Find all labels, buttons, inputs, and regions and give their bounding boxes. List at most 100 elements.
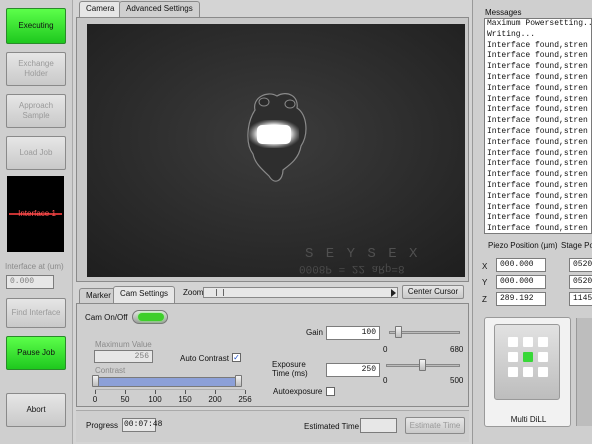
message-line: Interface found,stren — [487, 202, 588, 212]
contrast-min-handle[interactable] — [92, 375, 99, 387]
contrast-tick-mark — [215, 390, 216, 394]
interface-preview: Interface 1 — [7, 176, 64, 252]
autoexposure-label: Autoexposure — [273, 387, 323, 396]
stage-y-field[interactable]: 0520 — [569, 275, 592, 289]
message-line: Interface found,stren — [487, 72, 588, 82]
gain-max-label: 680 — [450, 345, 464, 354]
estimate-time-button[interactable]: Estimate Time — [405, 417, 465, 434]
stage-x-field[interactable]: 0520 — [569, 258, 592, 272]
cam-onoff-toggle[interactable] — [132, 310, 168, 324]
dill-grid-icon — [508, 337, 548, 377]
gain-slider-handle[interactable] — [395, 326, 403, 338]
contrast-tick-label: 100 — [148, 395, 162, 404]
gain-min-label: 0 — [383, 345, 388, 354]
message-line: Interface found,stren — [487, 170, 588, 180]
interface-at-label: Interface at (um) — [5, 262, 64, 271]
message-line: Interface found,stren — [487, 137, 588, 147]
exchange-holder-button[interactable]: Exchange Holder — [6, 52, 66, 86]
gain-label: Gain — [306, 328, 323, 337]
message-line: Interface found,stren — [487, 148, 588, 158]
exposure-slider-handle[interactable] — [419, 359, 426, 371]
pause-job-button[interactable]: Pause Job — [6, 336, 66, 370]
auto-contrast-checkbox[interactable]: ✓ — [232, 353, 241, 362]
zoom-scroll-thumb[interactable] — [216, 289, 224, 296]
tab-advanced-settings[interactable]: Advanced Settings — [119, 1, 200, 17]
camera-watermark-1: S E Y S E X — [305, 246, 420, 262]
tab-camera[interactable]: Camera — [79, 1, 122, 17]
executing-button[interactable]: Executing — [6, 8, 66, 44]
contrast-slider[interactable] — [97, 377, 241, 387]
message-line: Interface found,stren — [487, 105, 588, 115]
gain-field[interactable]: 100 — [326, 326, 380, 340]
piezo-z-label: Z — [482, 295, 487, 304]
message-line: Interface found,stren — [487, 213, 588, 223]
message-line: Interface found,stren — [487, 159, 588, 169]
cam-settings-panel: Cam On/Off Maximum Value 256 Auto Contra… — [76, 303, 469, 407]
find-interface-button[interactable]: Find Interface — [6, 298, 66, 328]
stage-title: Stage Po — [561, 241, 592, 250]
contrast-tick-label: 0 — [92, 395, 98, 404]
max-value-label: Maximum Value — [95, 340, 152, 349]
exposure-field[interactable]: 250 — [326, 363, 380, 377]
preview-label: Interface 1 — [18, 209, 56, 218]
contrast-max-handle[interactable] — [235, 375, 242, 387]
autoexposure-checkbox[interactable] — [326, 387, 335, 396]
message-line: Interface found,stren — [487, 180, 588, 190]
camera-watermark-2: 0008P = 22 aRp=8 — [299, 262, 405, 274]
cam-onoff-label: Cam On/Off — [85, 313, 128, 322]
messages-log[interactable]: Maximum Powersetting... Writing... Interfa… — [484, 18, 592, 234]
cam-onoff-led — [138, 313, 164, 321]
piezo-x-field[interactable]: 000.000 — [496, 258, 546, 272]
device-card[interactable]: Multi DiLL — [484, 317, 571, 427]
estimated-time-label: Estimated Time — [304, 422, 360, 431]
contrast-tick-mark — [95, 390, 96, 394]
camera-view[interactable]: S E Y S E X 0008P = 22 aRp=8 — [87, 24, 465, 277]
zoom-label: Zoom — [183, 288, 204, 297]
camera-image — [87, 24, 465, 277]
subtab-cam-settings[interactable]: Cam Settings — [113, 286, 176, 303]
message-line: Interface found,stren — [487, 116, 588, 126]
messages-title: Messages — [485, 8, 522, 17]
exposure-max-label: 500 — [450, 376, 464, 385]
piezo-y-field[interactable]: 000.000 — [496, 275, 546, 289]
exposure-min-label: 0 — [383, 376, 388, 385]
right-edge-strip — [576, 318, 592, 426]
contrast-tick-mark — [185, 390, 186, 394]
contrast-tick-mark — [245, 390, 246, 394]
exposure-label: Exposure Time (ms) — [272, 360, 308, 378]
interface-at-field[interactable]: 0.000 — [6, 275, 54, 289]
piezo-z-field[interactable]: 289.192 — [496, 292, 546, 306]
zoom-scrollbar[interactable] — [203, 287, 398, 298]
approach-sample-button[interactable]: Approach Sample — [6, 94, 66, 128]
center-cursor-button[interactable]: Center Cursor — [402, 285, 464, 299]
piezo-title: Piezo Position (µm) — [488, 241, 558, 250]
abort-button[interactable]: Abort — [6, 393, 66, 427]
contrast-tick-label: 200 — [208, 395, 222, 404]
message-line: Interface found,stren — [487, 126, 588, 136]
piezo-x-label: X — [482, 262, 488, 271]
contrast-tick-label: 150 — [178, 395, 192, 404]
contrast-tick-mark — [155, 390, 156, 394]
message-line: Maximum Powersetting... — [487, 19, 592, 28]
contrast-label: Contrast — [95, 366, 126, 375]
message-line: Interface found,stren — [487, 83, 588, 93]
stage-z-field[interactable]: 1145 — [569, 292, 592, 306]
contrast-tick-mark — [125, 390, 126, 394]
load-job-button[interactable]: Load Job — [6, 136, 66, 170]
camera-panel: S E Y S E X 0008P = 22 aRp=8 — [76, 17, 469, 282]
message-line: Interface found,stren — [487, 40, 588, 50]
message-line: Interface found,stren — [487, 94, 588, 104]
left-sidebar: Executing Exchange Holder Approach Sampl… — [0, 0, 73, 444]
message-line: Interface found,stren — [487, 62, 588, 72]
message-line: Interface found,stren — [487, 224, 588, 234]
auto-contrast-label: Auto Contrast — [180, 354, 229, 363]
progress-field: 00:07:48 — [122, 418, 162, 432]
estimated-time-field — [360, 418, 397, 433]
contrast-tick-label: 50 — [120, 395, 130, 404]
max-value-field: 256 — [94, 350, 153, 363]
scroll-right-icon[interactable] — [391, 289, 396, 297]
progress-label: Progress — [86, 421, 119, 430]
piezo-y-label: Y — [482, 278, 488, 287]
message-line: Writing... — [487, 29, 536, 39]
device-label: Multi DiLL — [510, 415, 547, 424]
